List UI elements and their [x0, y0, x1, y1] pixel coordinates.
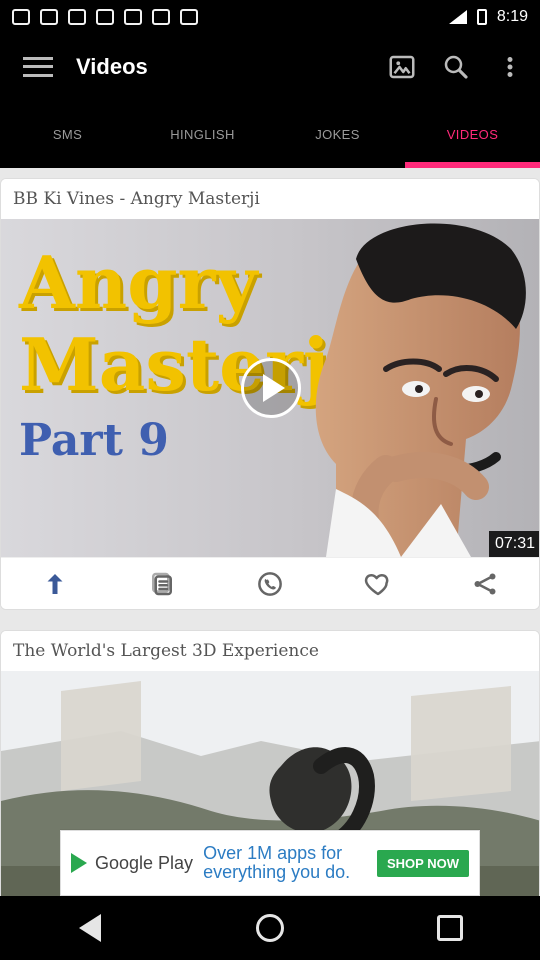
- ad-text-line1: Over 1M apps for: [203, 843, 343, 864]
- app-bar-actions: [380, 45, 540, 89]
- share-icon: [474, 573, 496, 594]
- video-actions: [1, 557, 539, 609]
- google-play-icon: [71, 853, 87, 873]
- ad-text: Over 1M apps for everything you do.: [203, 844, 350, 882]
- status-left-icons: [12, 9, 198, 25]
- search-icon: [444, 55, 468, 79]
- facebook-share-button[interactable]: [28, 562, 82, 606]
- tab-hinglish[interactable]: HINGLISH: [135, 100, 270, 168]
- status-time: 8:19: [496, 8, 528, 25]
- nav-home-button[interactable]: [230, 896, 310, 960]
- heart-icon: [364, 573, 388, 595]
- video-title: The World's Largest 3D Experience: [1, 631, 539, 671]
- status-right: 8:19: [448, 8, 528, 26]
- facebook-icon: [47, 573, 63, 594]
- banner-ad[interactable]: Google Play Over 1M apps for everything …: [60, 830, 480, 896]
- video-feed: BB Ki Vines - Angry Masterji Angry Maste…: [0, 168, 540, 896]
- more-vert-icon: [507, 57, 513, 77]
- notification-icon-5: [124, 9, 142, 25]
- video-thumbnail[interactable]: Angry Masterji Part 9 07:31: [1, 219, 539, 557]
- tab-videos[interactable]: VIDEOS: [405, 100, 540, 168]
- menu-button[interactable]: [0, 34, 76, 100]
- gallery-button[interactable]: [380, 45, 424, 89]
- ad-text-line2: everything you do.: [203, 862, 351, 882]
- nav-back-button[interactable]: [50, 896, 130, 960]
- tab-sms[interactable]: SMS: [0, 100, 135, 168]
- notification-icon-2: [40, 9, 58, 25]
- battery-icon: [476, 9, 487, 25]
- video-card: BB Ki Vines - Angry Masterji Angry Maste…: [0, 178, 540, 610]
- app-title: Videos: [76, 54, 148, 79]
- video-duration: 07:31: [488, 531, 539, 557]
- ad-cta-button[interactable]: SHOP NOW: [377, 849, 469, 877]
- search-button[interactable]: [434, 45, 478, 89]
- notification-icon-1: [12, 9, 30, 25]
- system-navigation-bar: [0, 896, 540, 960]
- like-button[interactable]: [351, 562, 405, 606]
- nav-recent-button[interactable]: [410, 896, 490, 960]
- play-icon: [263, 374, 285, 402]
- category-tabs: SMS HINGLISH JOKES VIDEOS: [0, 100, 540, 168]
- image-icon: [389, 55, 415, 79]
- notification-icon-4: [96, 9, 114, 25]
- whatsapp-share-button[interactable]: [243, 562, 297, 606]
- video-title: BB Ki Vines - Angry Masterji: [1, 179, 539, 219]
- whatsapp-icon: [258, 571, 282, 596]
- notification-icon-7: [180, 9, 198, 25]
- ad-brand: Google Play: [95, 852, 194, 873]
- notification-icon-6: [152, 9, 170, 25]
- signal-icon: [448, 10, 467, 24]
- menu-icon: [23, 57, 53, 77]
- copy-icon: [152, 572, 173, 595]
- status-bar: 8:19: [0, 0, 540, 34]
- notification-icon-3: [68, 9, 86, 25]
- tab-jokes[interactable]: JOKES: [270, 100, 405, 168]
- home-icon: [256, 914, 284, 942]
- google-play-logo: Google Play: [71, 853, 193, 874]
- recent-apps-icon: [437, 915, 463, 941]
- overflow-menu-button[interactable]: [488, 45, 532, 89]
- app-bar: Videos: [0, 34, 540, 100]
- copy-button[interactable]: [135, 562, 189, 606]
- play-button[interactable]: [241, 358, 301, 418]
- share-button[interactable]: [458, 562, 512, 606]
- back-icon: [79, 914, 101, 942]
